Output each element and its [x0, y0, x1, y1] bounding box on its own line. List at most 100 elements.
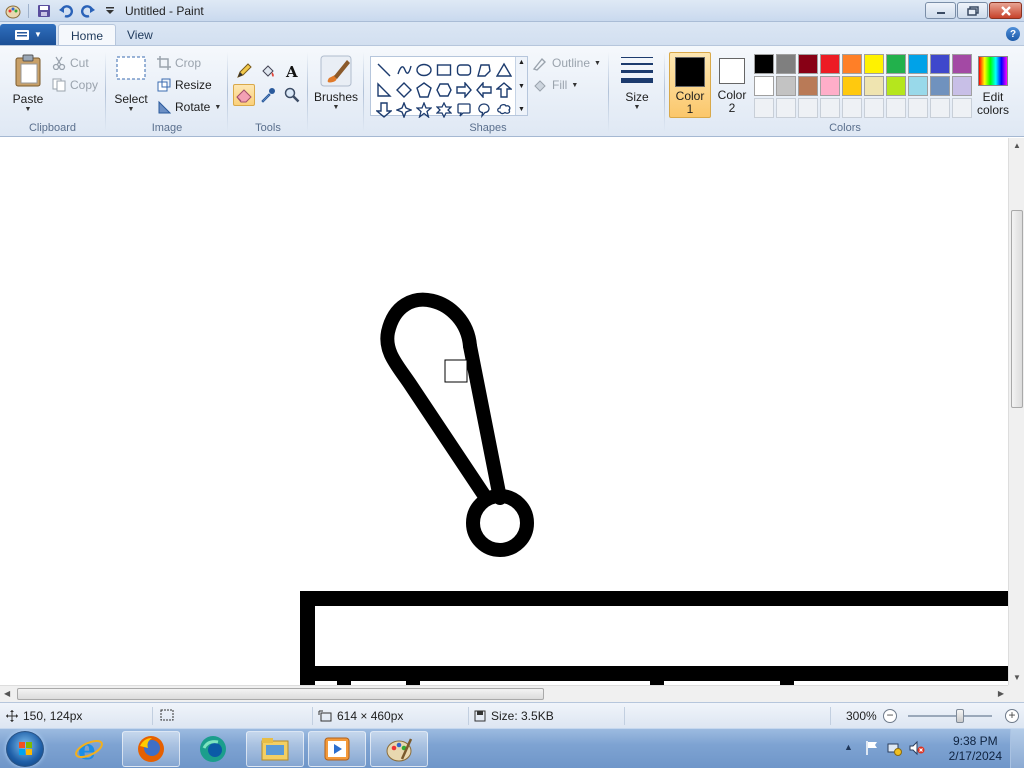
hexagon-shape-icon[interactable]	[434, 80, 454, 100]
right-arrow-shape-icon[interactable]	[454, 80, 474, 100]
rounded-callout-shape-icon[interactable]	[454, 100, 474, 120]
palette-custom-slot[interactable]	[930, 98, 950, 118]
canvas-area[interactable]	[0, 138, 1008, 685]
drawing-canvas[interactable]	[0, 138, 1008, 685]
scroll-up-icon[interactable]: ▲	[518, 59, 525, 66]
customize-qat-icon[interactable]	[101, 2, 119, 20]
resize-button[interactable]: Resize	[157, 76, 212, 94]
clock[interactable]: 9:38 PM 2/17/2024	[949, 734, 1002, 764]
palette-color-swatch[interactable]	[820, 76, 840, 96]
palette-custom-slot[interactable]	[754, 98, 774, 118]
restore-button[interactable]	[957, 2, 988, 19]
tab-view[interactable]: View	[115, 24, 165, 46]
palette-color-swatch[interactable]	[842, 76, 862, 96]
palette-color-swatch[interactable]	[820, 54, 840, 74]
select-button[interactable]: Select ▼	[113, 54, 149, 113]
left-arrow-shape-icon[interactable]	[474, 80, 494, 100]
palette-color-swatch[interactable]	[754, 76, 774, 96]
taskbar-firefox[interactable]	[122, 731, 180, 767]
four-point-star-shape-icon[interactable]	[394, 100, 414, 120]
zoom-in-button[interactable]: +	[1005, 709, 1019, 723]
eraser-icon[interactable]	[233, 84, 255, 106]
palette-color-swatch[interactable]	[776, 54, 796, 74]
color2-button[interactable]: Color 2	[711, 52, 753, 118]
undo-icon[interactable]	[57, 2, 75, 20]
paste-button[interactable]: Paste ▼	[8, 54, 48, 113]
volume-muted-icon[interactable]	[908, 740, 926, 756]
palette-color-swatch[interactable]	[952, 54, 972, 74]
palette-color-swatch[interactable]	[864, 76, 884, 96]
palette-custom-slot[interactable]	[952, 98, 972, 118]
palette-custom-slot[interactable]	[864, 98, 884, 118]
expand-gallery-icon[interactable]: ▼	[518, 106, 525, 113]
show-hidden-icons-icon[interactable]: ▲	[844, 742, 853, 752]
text-tool-icon[interactable]: A	[281, 60, 303, 82]
up-arrow-shape-icon[interactable]	[494, 80, 514, 100]
action-center-flag-icon[interactable]	[864, 740, 880, 756]
rounded-rectangle-shape-icon[interactable]	[454, 60, 474, 80]
line-shape-icon[interactable]	[374, 60, 394, 80]
paint-app-icon[interactable]	[4, 2, 22, 20]
palette-custom-slot[interactable]	[842, 98, 862, 118]
zoom-out-button[interactable]: −	[883, 709, 897, 723]
diamond-shape-icon[interactable]	[394, 80, 414, 100]
horizontal-scroll-thumb[interactable]	[17, 688, 544, 700]
network-icon[interactable]	[886, 740, 902, 756]
palette-color-swatch[interactable]	[930, 54, 950, 74]
shapes-gallery-scroll[interactable]: ▲ ▼ ▼	[515, 57, 527, 115]
taskbar-media-player[interactable]	[308, 731, 366, 767]
vertical-scrollbar[interactable]: ▲ ▼	[1008, 138, 1024, 685]
magnifier-icon[interactable]	[281, 84, 303, 106]
palette-custom-slot[interactable]	[776, 98, 796, 118]
scroll-down-icon[interactable]: ▼	[518, 83, 525, 90]
close-button[interactable]	[989, 2, 1022, 19]
palette-color-swatch[interactable]	[908, 54, 928, 74]
save-icon[interactable]	[35, 2, 53, 20]
scroll-up-icon[interactable]: ▲	[1013, 141, 1021, 150]
scroll-left-icon[interactable]: ◀	[4, 689, 10, 698]
five-point-star-shape-icon[interactable]	[414, 100, 434, 120]
palette-custom-slot[interactable]	[908, 98, 928, 118]
pencil-icon[interactable]	[233, 60, 255, 82]
fill-bucket-icon[interactable]	[257, 60, 279, 82]
horizontal-scrollbar[interactable]: ◀ ▶	[0, 685, 1008, 702]
pentagon-shape-icon[interactable]	[414, 80, 434, 100]
curve-shape-icon[interactable]	[394, 60, 414, 80]
palette-color-swatch[interactable]	[886, 76, 906, 96]
down-arrow-shape-icon[interactable]	[374, 100, 394, 120]
palette-color-swatch[interactable]	[798, 76, 818, 96]
palette-color-swatch[interactable]	[886, 54, 906, 74]
zoom-slider-thumb[interactable]	[956, 709, 965, 723]
palette-color-swatch[interactable]	[842, 54, 862, 74]
taskbar-paint[interactable]	[370, 731, 428, 767]
tab-home[interactable]: Home	[58, 24, 117, 46]
rotate-button[interactable]: Rotate ▼	[157, 98, 221, 116]
palette-color-swatch[interactable]	[952, 76, 972, 96]
start-button[interactable]	[6, 731, 44, 767]
six-point-star-shape-icon[interactable]	[434, 100, 454, 120]
cut-button[interactable]: Cut	[52, 54, 89, 72]
show-desktop-button[interactable]	[1010, 729, 1024, 768]
oval-callout-shape-icon[interactable]	[474, 100, 494, 120]
oval-shape-icon[interactable]	[414, 60, 434, 80]
zoom-slider-track[interactable]	[908, 715, 992, 717]
color1-button[interactable]: Color 1	[669, 52, 711, 118]
palette-color-swatch[interactable]	[754, 54, 774, 74]
scroll-right-icon[interactable]: ▶	[998, 689, 1004, 698]
palette-custom-slot[interactable]	[886, 98, 906, 118]
palette-color-swatch[interactable]	[908, 76, 928, 96]
vertical-scroll-thumb[interactable]	[1011, 210, 1023, 408]
taskbar-file-explorer[interactable]	[246, 731, 304, 767]
palette-color-swatch[interactable]	[864, 54, 884, 74]
outline-button[interactable]: Outline ▼	[532, 54, 601, 72]
scroll-down-icon[interactable]: ▼	[1013, 673, 1021, 682]
palette-custom-slot[interactable]	[820, 98, 840, 118]
triangle-shape-icon[interactable]	[494, 60, 514, 80]
color-picker-icon[interactable]	[257, 84, 279, 106]
taskbar-edge[interactable]	[184, 731, 242, 767]
brushes-button[interactable]: Brushes ▼	[313, 54, 359, 111]
crop-button[interactable]: Crop	[157, 54, 201, 72]
palette-color-swatch[interactable]	[776, 76, 796, 96]
palette-color-swatch[interactable]	[930, 76, 950, 96]
minimize-button[interactable]	[925, 2, 956, 19]
